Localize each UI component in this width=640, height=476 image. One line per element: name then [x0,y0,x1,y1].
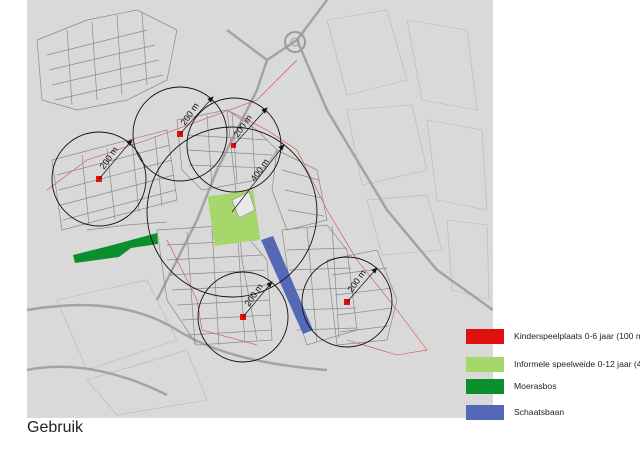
legend-label-informele: Informele speelweide 0-12 jaar (400 m) [514,359,640,369]
legend-label-kinder: Kinderspeelplaats 0-6 jaar (100 m) [514,331,640,341]
legend-swatch-moerasbos [466,378,504,394]
legend-item-schaatsbaan: Schaatsbaan [466,404,564,420]
legend-label-schaatsbaan: Schaatsbaan [514,407,565,417]
legend-item-moerasbos: Moerasbos [466,378,557,394]
legend-swatch-informele [466,356,504,372]
map-background [27,0,493,418]
legend-item-informele: Informele speelweide 0-12 jaar (400 m) [466,356,640,372]
legend-item-kinder: Kinderspeelplaats 0-6 jaar (100 m) [466,328,640,344]
map-panel: 200 m 200 m 200 m 400 m 200 m 200 m [27,0,493,418]
informele-speelweide-area [207,190,261,246]
legend-swatch-schaatsbaan [466,404,504,420]
legend-swatch-kinder [466,328,504,344]
site-map: 200 m 200 m 200 m 400 m 200 m 200 m [27,0,493,418]
legend-label-moerasbos: Moerasbos [514,381,557,391]
map-title: Gebruik [27,419,84,436]
